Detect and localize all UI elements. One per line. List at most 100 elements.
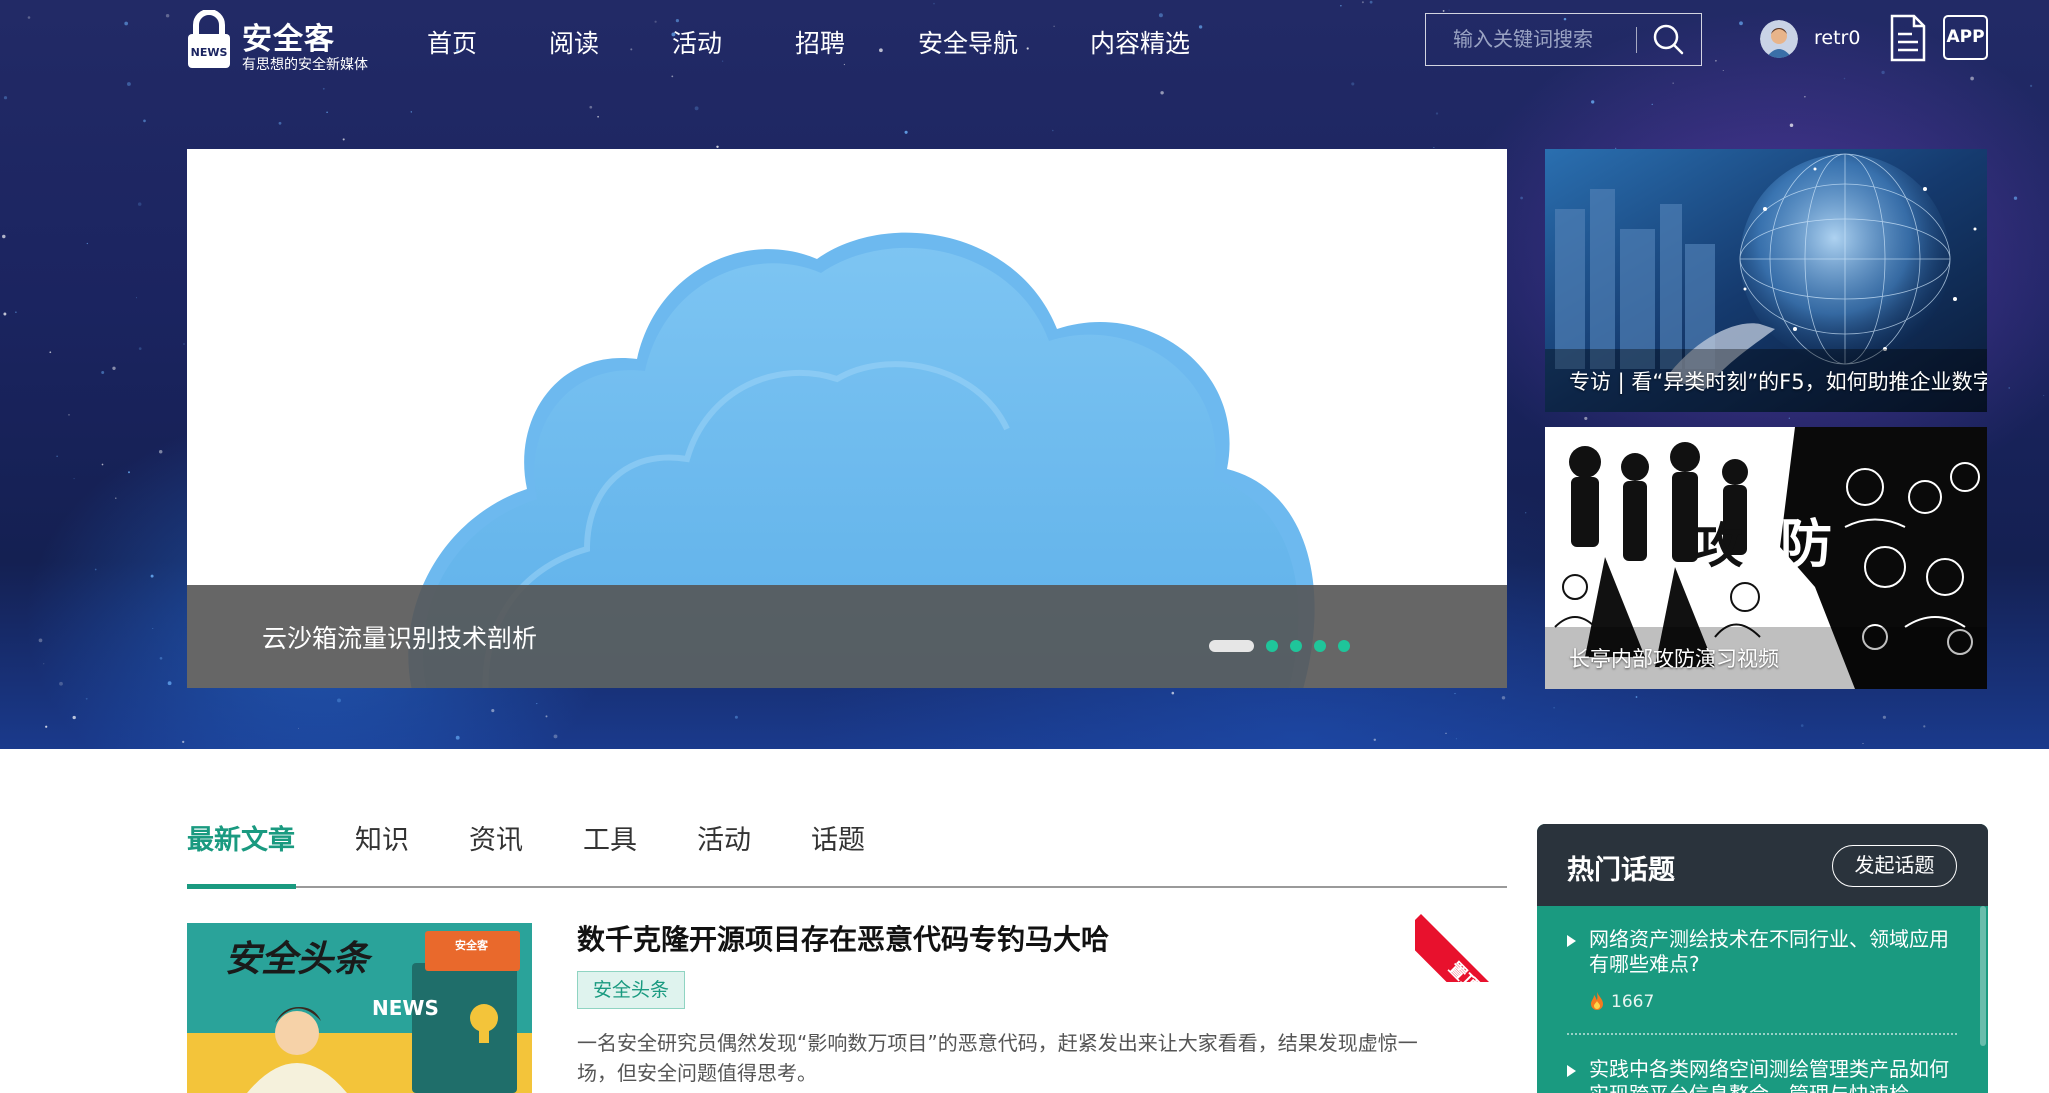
nav-item-home[interactable]: 首页 bbox=[427, 24, 477, 60]
star-dot bbox=[1970, 76, 1974, 81]
username[interactable]: retr0 bbox=[1814, 27, 1860, 49]
hot-topic-question[interactable]: 实践中各类网络空间测绘管理类产品如何实现跨平台信息整合、管理与快速检 bbox=[1589, 1057, 1959, 1093]
article-card: NEWS 安全客 安全头条 数千克隆开源项目存在恶意代码专钓马大哈 安全头条 一… bbox=[187, 888, 1507, 1093]
star-dot bbox=[1591, 100, 1595, 104]
article-description: 一名安全研究员偶然发现“影响数万项目”的恶意代码，赶紧发出来让大家看看，结果发现… bbox=[577, 1031, 1418, 1085]
star-dot bbox=[1445, 732, 1447, 734]
thumb-news-label: NEWS bbox=[372, 996, 439, 1020]
side-card-caption-1[interactable]: 专访 | 看“异类时刻”的F5，如何助推企业数字 bbox=[1569, 366, 1987, 396]
thumb-title: 安全头条 bbox=[225, 939, 373, 980]
star-dot bbox=[101, 371, 105, 374]
star-dot bbox=[2008, 387, 2010, 389]
svg-text:攻: 攻 bbox=[1695, 518, 1744, 574]
star-dot bbox=[410, 111, 413, 113]
star-dot bbox=[1026, 47, 1029, 50]
star-dot bbox=[136, 297, 138, 299]
star-dot bbox=[27, 16, 31, 19]
carousel-dot-4[interactable] bbox=[1314, 640, 1326, 652]
star-dot bbox=[734, 715, 738, 719]
star-dot bbox=[2043, 395, 2045, 396]
side-card-caption-2[interactable]: 长亭内部攻防演习视频 bbox=[1569, 643, 1779, 673]
svg-text:防: 防 bbox=[1780, 514, 1832, 575]
star-dot bbox=[1435, 112, 1439, 115]
star-dot bbox=[1433, 147, 1435, 148]
document-icon[interactable] bbox=[1888, 14, 1928, 62]
tab-latest[interactable]: 最新文章 bbox=[187, 818, 295, 857]
side-card-attack-defense[interactable]: 攻 防 长亭内部攻防演习视频 bbox=[1545, 427, 1987, 689]
start-topic-button[interactable]: 发起话题 bbox=[1832, 845, 1957, 887]
tab-knowledge[interactable]: 知识 bbox=[355, 818, 409, 857]
user-avatar[interactable] bbox=[1760, 20, 1798, 58]
star-dot bbox=[1455, 738, 1457, 740]
tab-tools[interactable]: 工具 bbox=[583, 818, 637, 857]
nav-item-read[interactable]: 阅读 bbox=[549, 24, 599, 60]
star-dot bbox=[1584, 416, 1588, 420]
star-dot bbox=[73, 478, 75, 480]
star-dot bbox=[1198, 25, 1203, 29]
star-dot bbox=[1171, 691, 1175, 695]
star-dot bbox=[159, 656, 163, 660]
nav-item-jobs[interactable]: 招聘 bbox=[795, 24, 845, 60]
carousel-dot-5[interactable] bbox=[1338, 640, 1350, 652]
tab-news[interactable]: 资讯 bbox=[469, 818, 523, 857]
fire-icon bbox=[1591, 992, 1603, 1010]
star-dot bbox=[342, 138, 345, 141]
side-card-f5-interview[interactable]: 专访 | 看“异类时刻”的F5，如何助推企业数字 bbox=[1545, 149, 1987, 412]
carousel-dot-1[interactable] bbox=[1209, 640, 1254, 652]
star-dot bbox=[1361, 1, 1364, 4]
star-dot bbox=[675, 19, 679, 23]
star-dot bbox=[2, 234, 6, 239]
carousel-caption[interactable]: 云沙箱流量识别技术剖析 bbox=[262, 619, 537, 655]
star-dot bbox=[183, 343, 185, 345]
star-dot bbox=[1525, 512, 1527, 514]
star-dot bbox=[86, 242, 88, 245]
hot-topics-scrollbar[interactable] bbox=[1980, 906, 1986, 1046]
star-dot bbox=[297, 727, 300, 729]
search-input[interactable] bbox=[1426, 14, 1636, 64]
hot-topics-header: 热门话题 发起话题 bbox=[1537, 824, 1988, 906]
star-dot bbox=[143, 119, 146, 123]
pinned-badge: 置顶 bbox=[1415, 892, 1507, 982]
hot-topic-question[interactable]: 网络资产测绘技术在不同行业、领域应用有哪些难点? bbox=[1589, 927, 1959, 977]
star-dot bbox=[138, 347, 142, 350]
nav-item-security-nav[interactable]: 安全导航 bbox=[918, 24, 1018, 60]
star-dot bbox=[112, 366, 116, 370]
hot-topics-panel: 热门话题 发起话题 网络资产测绘技术在不同行业、领域应用有哪些难点? 1667 … bbox=[1537, 824, 1988, 1093]
tab-events[interactable]: 活动 bbox=[697, 818, 751, 857]
carousel-dot-3[interactable] bbox=[1290, 640, 1302, 652]
star-dot bbox=[59, 681, 63, 686]
star-dot bbox=[455, 735, 460, 740]
app-download-button[interactable]: APP bbox=[1943, 15, 1988, 60]
article-title[interactable]: 数千克隆开源项目存在恶意代码专钓马大哈 bbox=[577, 918, 1109, 958]
star-dot bbox=[45, 725, 48, 728]
star-dot bbox=[1788, 417, 1790, 419]
article-thumbnail[interactable]: NEWS 安全客 安全头条 bbox=[187, 923, 532, 1093]
star-dot bbox=[1053, 25, 1055, 27]
tab-topics[interactable]: 话题 bbox=[811, 818, 865, 857]
search-divider bbox=[1636, 27, 1637, 53]
hot-topic-item-1[interactable]: 网络资产测绘技术在不同行业、领域应用有哪些难点? 1667 bbox=[1567, 927, 1959, 1012]
thumb-badge: 安全客 bbox=[455, 938, 489, 952]
star-dot bbox=[843, 63, 846, 66]
star-dot bbox=[1881, 70, 1885, 75]
star-dot bbox=[1843, 77, 1846, 80]
article-tag[interactable]: 安全头条 bbox=[577, 971, 686, 1009]
star-dot bbox=[933, 2, 935, 5]
nav-item-events[interactable]: 活动 bbox=[672, 24, 722, 60]
hot-topic-item-2[interactable]: 实践中各类网络空间测绘管理类产品如何实现跨平台信息整合、管理与快速检 bbox=[1567, 1057, 1957, 1093]
hero-banner: NEWS 安全客 有思想的安全新媒体 首页 阅读 活动 招聘 安全导航 内容精选… bbox=[0, 0, 2049, 749]
star-dot bbox=[597, 115, 599, 118]
star-dot bbox=[1340, 5, 1342, 7]
carousel-dot-2[interactable] bbox=[1266, 640, 1278, 652]
star-dot bbox=[167, 681, 172, 686]
star-dot bbox=[158, 449, 163, 454]
star-dot bbox=[1923, 725, 1926, 728]
pinned-ribbon-label: 置顶 bbox=[1415, 914, 1507, 982]
search-icon[interactable] bbox=[1646, 19, 1690, 59]
nav-item-featured[interactable]: 内容精选 bbox=[1090, 24, 1190, 60]
hero-carousel[interactable]: 云沙箱流量识别技术剖析 bbox=[187, 149, 1507, 688]
site-logo[interactable]: NEWS 安全客 有思想的安全新媒体 bbox=[186, 10, 386, 73]
article-tabs: 最新文章 知识 资讯 工具 活动 话题 bbox=[187, 818, 1507, 889]
star-dot bbox=[101, 463, 104, 466]
star-dot bbox=[721, 60, 724, 62]
